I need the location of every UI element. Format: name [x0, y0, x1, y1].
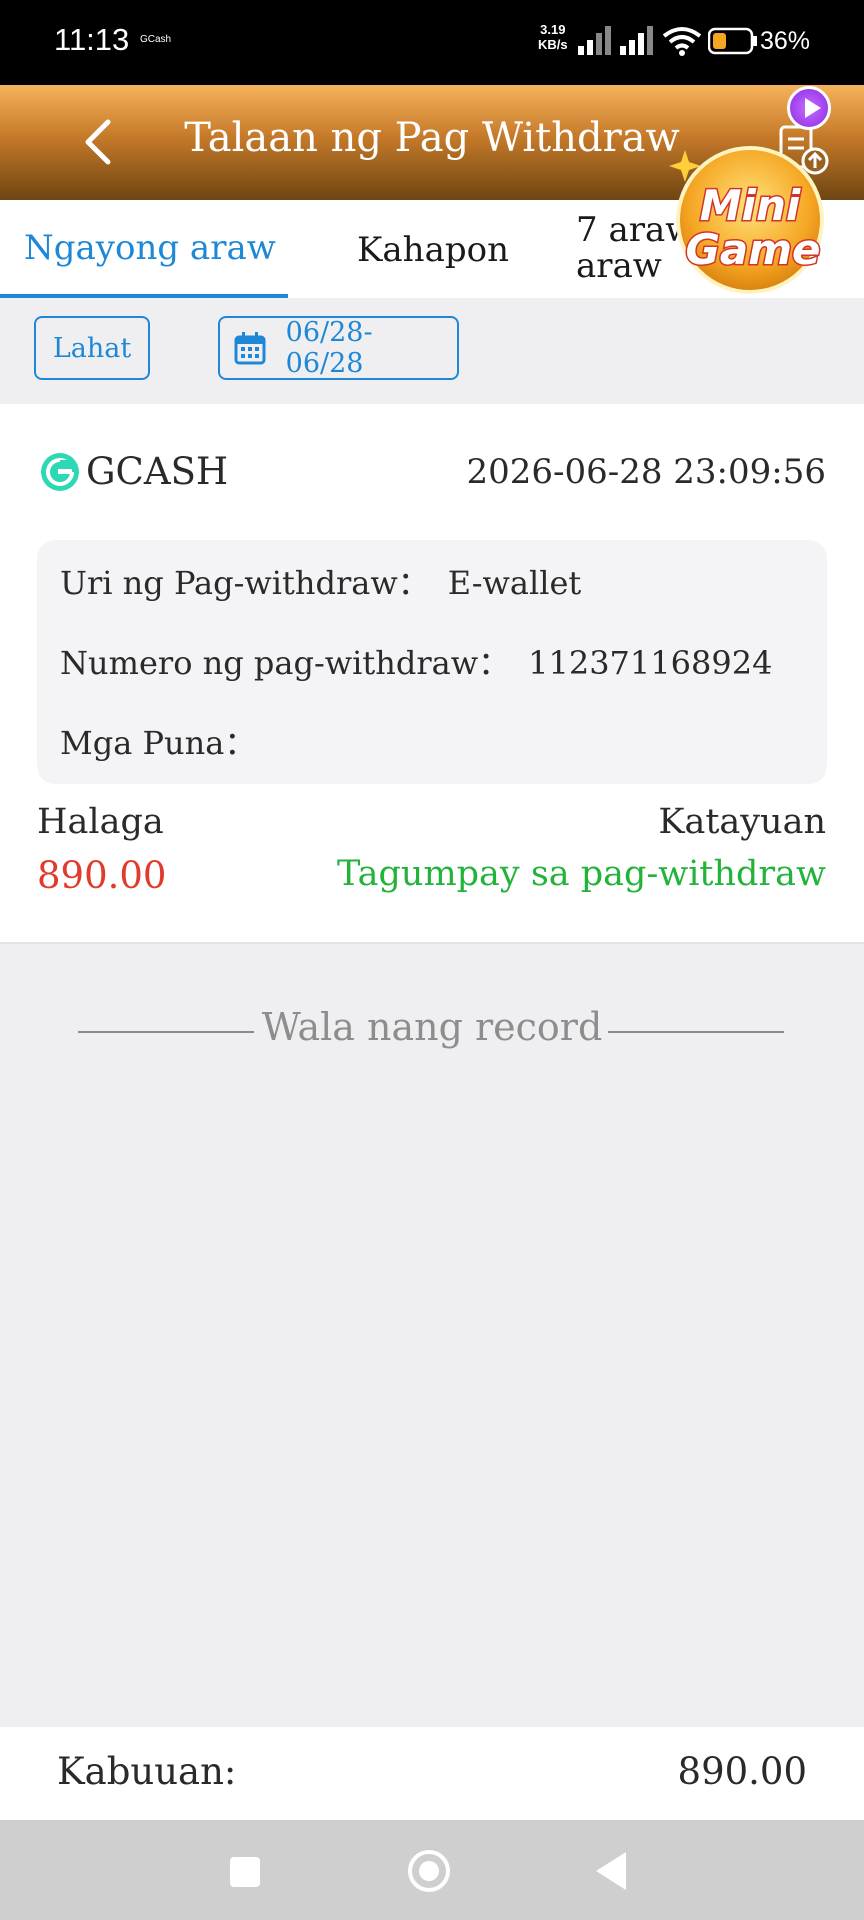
total-value: 890.00	[677, 1750, 807, 1793]
mini-game-line2: Game	[685, 225, 820, 274]
play-icon[interactable]	[787, 86, 831, 130]
date-range-label: 06/28- 06/28	[285, 317, 373, 379]
mini-game-icon: Mini Game	[669, 146, 824, 294]
record-date: 2026-06-28 23:09:56	[466, 452, 826, 492]
mini-game-badge[interactable]: Mini Game	[665, 140, 840, 300]
battery-percent: 36%	[760, 27, 811, 55]
network-speed: 3.19 KB/s	[538, 22, 568, 52]
status-value: Tagumpay sa pag-withdraw	[337, 854, 826, 894]
system-nav-bar	[0, 1820, 864, 1920]
status-app-tag: GCash	[140, 34, 172, 45]
wallet-name: GCASH	[86, 450, 229, 493]
status-bar: 11:13 GCash 3.19 KB/s 36%	[0, 0, 864, 85]
no-more-records: Wala nang record	[0, 1005, 864, 1055]
amount-label: Halaga	[37, 802, 164, 842]
record-details: Uri ng Pag-withdraw： E-wallet Numero ng p…	[37, 540, 827, 784]
tab-today[interactable]: Ngayong araw	[24, 228, 276, 268]
wifi-icon	[662, 27, 702, 56]
mini-game-line1: Mini	[700, 181, 801, 230]
detail-number: Numero ng pag-withdraw： 112371168924	[60, 644, 773, 682]
detail-type: Uri ng Pag-withdraw： E-wallet	[60, 564, 582, 602]
signal-icon	[578, 26, 611, 55]
battery-icon	[708, 27, 757, 55]
status-time: 11:13	[54, 22, 130, 57]
filter-all-button[interactable]: Lahat	[34, 316, 150, 380]
filter-bar: Lahat 06/28- 06/28	[0, 298, 864, 404]
no-more-text: Wala nang record	[261, 1005, 603, 1049]
status-label: Katayuan	[658, 802, 826, 842]
home-icon[interactable]	[408, 1850, 450, 1892]
detail-remarks: Mga Puna：	[60, 724, 257, 762]
recents-icon[interactable]	[230, 1857, 260, 1887]
tab-yesterday[interactable]: Kahapon	[357, 230, 509, 270]
back-triangle-icon[interactable]	[596, 1852, 626, 1890]
calendar-icon	[234, 332, 266, 365]
divider	[608, 1031, 784, 1033]
total-bar: Kabuuan: 890.00	[0, 1727, 864, 1820]
signal-icon	[620, 26, 653, 55]
total-label: Kabuuan:	[57, 1750, 237, 1793]
gcash-logo-icon	[41, 453, 79, 491]
date-range-button[interactable]: 06/28- 06/28	[218, 316, 459, 380]
withdraw-record[interactable]: GCASH 2026-06-28 23:09:56 Uri ng Pag-wit…	[0, 404, 864, 944]
amount-value: 890.00	[37, 854, 167, 897]
